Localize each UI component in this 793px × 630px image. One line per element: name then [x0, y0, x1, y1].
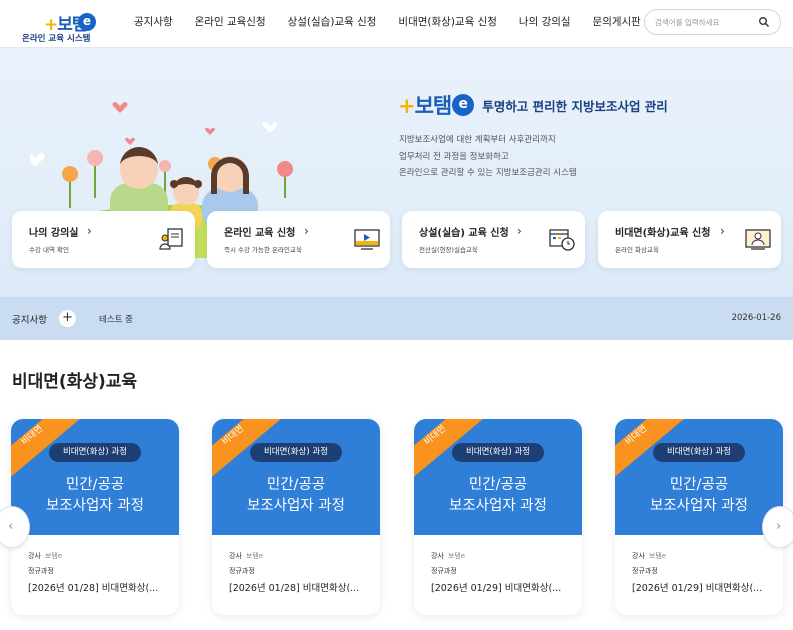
instructor-name: 보탬e	[44, 552, 63, 560]
site-logo[interactable]: +보탬 e 온라인 교육 시스템	[20, 6, 100, 44]
course-title[interactable]: [2026년 01/29] 비대면화상(...	[431, 580, 561, 594]
brand-logo: +보탬	[398, 94, 452, 118]
nav-online-edu[interactable]: 온라인 교육신청	[195, 14, 266, 29]
quick-card-my-classroom[interactable]: 나의 강의실 › 수강 내역 확인	[12, 211, 195, 268]
quick-card-onsite-edu[interactable]: 상설(실습) 교육 신청 › 전산실(현장)실습교육	[402, 211, 585, 268]
notice-bar: 공지사항 + 테스트 중 2026-01-26	[0, 297, 793, 340]
course-headline-1: 민간/공공	[266, 477, 326, 493]
course-type-pill: 비대면(화상) 과정	[452, 443, 544, 462]
course-type-pill: 비대면(화상) 과정	[653, 443, 745, 462]
course-card[interactable]: 비대면 비대면(화상) 과정 민간/공공 보조사업자 과정 강사 보탬e 정규과정…	[212, 419, 380, 615]
instructor-label: 강사	[632, 552, 645, 560]
nav-video-edu[interactable]: 비대면(화상)교육 신청	[398, 14, 496, 29]
quick-card-subtitle: 온라인 화상교육	[615, 246, 659, 254]
course-headline-2: 보조사업자 과정	[46, 498, 144, 514]
notice-item[interactable]: 테스트 중	[99, 313, 133, 325]
instructor-name: 보탬e	[447, 552, 466, 560]
course-headline-2: 보조사업자 과정	[247, 498, 345, 514]
course-thumbnail: 비대면 비대면(화상) 과정 민간/공공 보조사업자 과정	[615, 419, 783, 535]
quick-card-title: 온라인 교육 신청	[224, 228, 296, 239]
course-category: 정규과정	[28, 567, 54, 575]
course-category: 정규과정	[632, 567, 658, 575]
course-instructor: 강사 보탬e	[229, 551, 263, 561]
quick-menu: 나의 강의실 › 수강 내역 확인 온라인 교육 신청 › 즉시 수강 가능한 …	[12, 211, 782, 268]
instructor-name: 보탬e	[648, 552, 667, 560]
hero-banner: +보탬 e 투명하고 편리한 지방보조사업 관리 지방보조사업에 대한 계획부터…	[0, 48, 793, 297]
quick-card-title: 상설(실습) 교육 신청	[419, 228, 509, 239]
instructor-label: 강사	[431, 552, 444, 560]
logo-subtitle: 온라인 교육 시스템	[22, 34, 91, 44]
section-title: 비대면(화상)교육	[12, 372, 138, 392]
classroom-icon	[159, 228, 183, 250]
quick-card-subtitle: 수강 내역 확인	[29, 246, 70, 254]
search-box	[644, 9, 781, 35]
course-headline-1: 민간/공공	[669, 477, 729, 493]
nav-inquiry[interactable]: 문의게시판	[593, 14, 641, 29]
calendar-clock-icon	[549, 229, 575, 251]
course-instructor: 강사 보탬e	[28, 551, 62, 561]
quick-card-subtitle: 즉시 수강 가능한 온라인교육	[224, 246, 302, 254]
course-category: 정규과정	[431, 567, 457, 575]
course-headline-2: 보조사업자 과정	[650, 498, 748, 514]
hero-description: 지방보조사업에 대한 계획부터 사후관리까지 업무처리 전 과정을 정보화하고 …	[399, 132, 577, 182]
chevron-right-icon: ›	[720, 224, 725, 238]
carousel-next-button[interactable]: ›	[762, 506, 793, 548]
chevron-right-icon: ›	[304, 224, 309, 238]
brand-heading: +보탬 e 투명하고 편리한 지방보조사업 관리	[398, 90, 668, 120]
search-icon[interactable]	[758, 16, 770, 28]
course-instructor: 강사 보탬e	[632, 551, 666, 561]
course-headline-1: 민간/공공	[65, 477, 125, 493]
video-call-icon	[745, 229, 771, 250]
chevron-right-icon: ›	[517, 224, 522, 238]
chevron-left-icon: ‹	[8, 519, 14, 534]
course-card[interactable]: 비대면 비대면(화상) 과정 민간/공공 보조사업자 과정 강사 보탬e 정규과정…	[11, 419, 179, 615]
hero-desc-line: 온라인으로 관리할 수 있는 지방보조금관리 시스템	[399, 168, 577, 178]
nav-onsite-edu[interactable]: 상설(실습)교육 신청	[288, 14, 377, 29]
quick-card-online-edu[interactable]: 온라인 교육 신청 › 즉시 수강 가능한 온라인교육	[207, 211, 390, 268]
notice-label: 공지사항	[12, 315, 47, 326]
course-instructor: 강사 보탬e	[431, 551, 465, 561]
course-headline-1: 민간/공공	[468, 477, 528, 493]
course-headline-2: 보조사업자 과정	[449, 498, 547, 514]
nav-notice[interactable]: 공지사항	[134, 14, 173, 29]
course-card[interactable]: 비대면 비대면(화상) 과정 민간/공공 보조사업자 과정 강사 보탬e 정규과정…	[615, 419, 783, 615]
instructor-name: 보탬e	[245, 552, 264, 560]
chevron-right-icon: ›	[776, 519, 782, 534]
instructor-label: 강사	[28, 552, 41, 560]
logo-e-badge: e	[78, 13, 96, 31]
brand-tagline: 투명하고 편리한 지방보조사업 관리	[482, 98, 668, 114]
course-category: 정규과정	[229, 567, 255, 575]
course-title[interactable]: [2026년 01/28] 비대면화상(...	[229, 580, 359, 594]
nav-my-classroom[interactable]: 나의 강의실	[519, 14, 571, 29]
hero-desc-line: 업무처리 전 과정을 정보화하고	[399, 151, 509, 162]
search-input[interactable]	[655, 15, 755, 29]
main-nav: 공지사항 온라인 교육신청 상설(실습)교육 신청 비대면(화상)교육 신청 나…	[134, 14, 663, 29]
course-thumbnail: 비대면 비대면(화상) 과정 민간/공공 보조사업자 과정	[414, 419, 582, 535]
site-header: +보탬 e 온라인 교육 시스템 공지사항 온라인 교육신청 상설(실습)교육 …	[0, 0, 793, 48]
course-title[interactable]: [2026년 01/28] 비대면화상(...	[28, 580, 158, 594]
plus-icon[interactable]: +	[59, 310, 76, 327]
quick-card-title: 비대면(화상)교육 신청	[615, 228, 711, 239]
hero-desc-line: 지방보조사업에 대한 계획부터 사후관리까지	[399, 135, 556, 145]
instructor-label: 강사	[229, 552, 242, 560]
course-type-pill: 비대면(화상) 과정	[250, 443, 342, 462]
quick-card-video-edu[interactable]: 비대면(화상)교육 신청 › 온라인 화상교육	[598, 211, 781, 268]
quick-card-title: 나의 강의실	[29, 228, 79, 239]
chevron-right-icon: ›	[87, 224, 92, 238]
video-monitor-icon	[354, 229, 380, 250]
course-thumbnail: 비대면 비대면(화상) 과정 민간/공공 보조사업자 과정	[212, 419, 380, 535]
course-type-pill: 비대면(화상) 과정	[49, 443, 141, 462]
course-card[interactable]: 비대면 비대면(화상) 과정 민간/공공 보조사업자 과정 강사 보탬e 정규과정…	[414, 419, 582, 615]
brand-e-badge: e	[452, 94, 475, 116]
course-thumbnail: 비대면 비대면(화상) 과정 민간/공공 보조사업자 과정	[11, 419, 179, 535]
course-title[interactable]: [2026년 01/29] 비대면화상(...	[632, 580, 762, 594]
notice-date: 2026-01-26	[731, 313, 781, 323]
quick-card-subtitle: 전산실(현장)실습교육	[419, 246, 478, 254]
